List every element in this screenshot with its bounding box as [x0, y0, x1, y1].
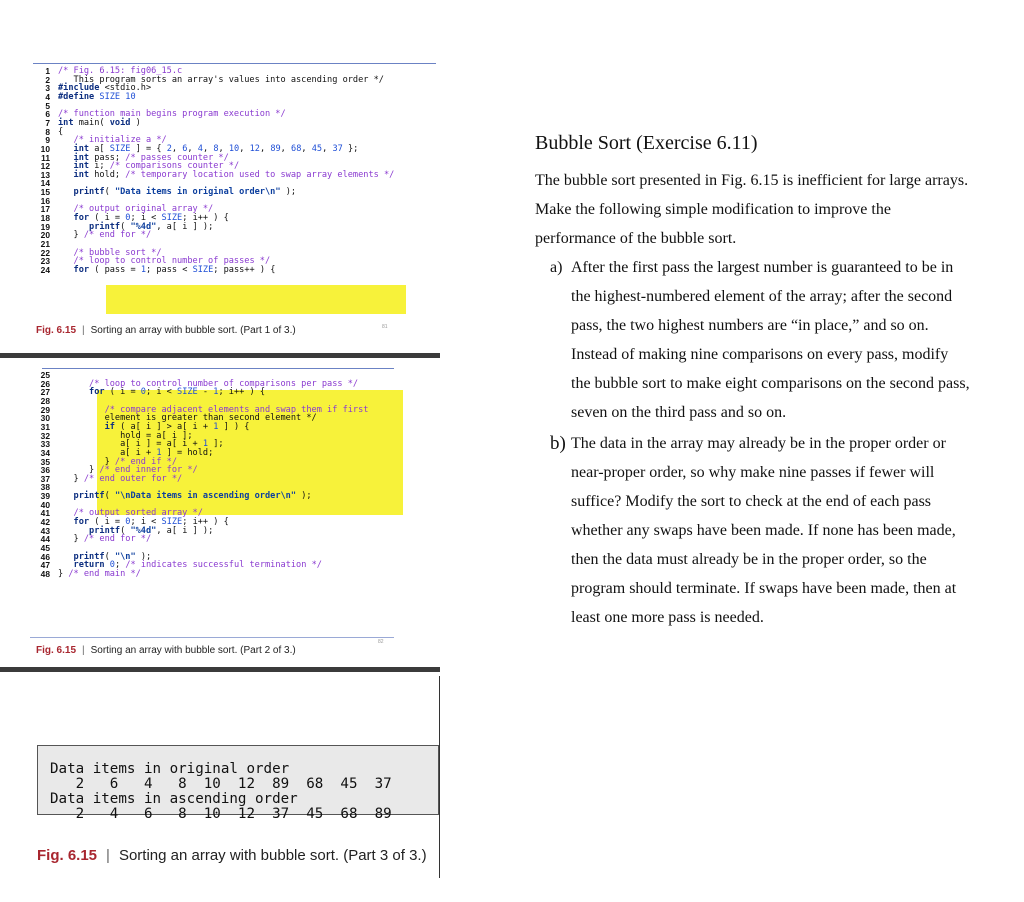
code-line: for ( pass = 1; pass < SIZE; pass++ ) {: [73, 264, 276, 275]
code-line: printf( "\nData items in ascending order…: [73, 491, 312, 502]
output-line: 2 6 4 8 10 12 89 68 45 37: [50, 776, 392, 792]
item-a-text: After the first pass the largest number …: [571, 253, 970, 427]
top-rule: [42, 368, 394, 369]
page-divider: [0, 353, 440, 358]
output-line: Data items in original order: [50, 761, 290, 777]
output-line: 2 4 6 8 10 12 37 45 68 89: [50, 806, 392, 822]
item-b-text: The data in the array may already be in …: [571, 429, 956, 632]
code-panel-part1: 1/* Fig. 6.15: fig06_15.c 2 This program …: [30, 44, 438, 350]
item-a-line: seven on the third pass and so on.: [571, 404, 787, 421]
output-panel-part3: Data items in original order 2 6 4 8 10 …: [30, 676, 440, 878]
code-line: for ( i = 0; i < SIZE - 1; i++ ) {: [89, 387, 266, 398]
item-b-line: program should terminate. If swaps have …: [571, 580, 957, 597]
panel-right-border: [439, 676, 440, 878]
exercise-intro: The bubble sort presented in Fig. 6.15 i…: [535, 166, 968, 253]
caption-figure-number: Fig. 6.15: [37, 847, 98, 864]
intro-line: Make the following simple modification t…: [535, 201, 891, 218]
caption-text: Sorting an array with bubble sort. (Part…: [118, 847, 427, 864]
page-number: 81: [382, 324, 388, 330]
code-line: } /* end for */: [58, 230, 152, 241]
figure-caption-part2: Fig. 6.15 | Sorting an array with bubble s…: [36, 645, 296, 656]
page-number: 82: [378, 639, 384, 645]
item-b-label: b): [550, 433, 566, 454]
item-a-line: the highest-numbered element of the arra…: [571, 288, 953, 305]
item-b-line: suffice? Modify the sort to check at the…: [571, 493, 932, 510]
caption-figure-number: Fig. 6.15: [36, 325, 77, 336]
item-b-line: least one more pass is needed.: [571, 609, 764, 626]
intro-line: performance of the bubble sort.: [535, 230, 737, 247]
item-a-line: the bubble sort to make eight comparison…: [571, 375, 970, 392]
page-divider: [0, 667, 440, 672]
top-rule: [33, 63, 436, 64]
item-a-line: After the first pass the largest number …: [571, 259, 954, 276]
code-line: printf( "Data items in original order\n"…: [73, 187, 297, 198]
item-a-label: a): [550, 259, 563, 276]
item-a-line: pass, the two highest numbers are “in pl…: [571, 317, 929, 334]
item-a-line: Instead of making nine comparisons on ev…: [571, 346, 949, 363]
line-number: 24: [40, 264, 50, 275]
item-b-line: whether any swaps have been made. If non…: [571, 522, 956, 539]
caption-text: Sorting an array with bubble sort. (Part…: [90, 645, 296, 656]
line-number: 48: [40, 568, 50, 579]
code-line: #define SIZE 10: [58, 91, 136, 102]
item-b-line: near-proper order, so why make nine pass…: [571, 464, 935, 481]
program-output-box: Data items in original order 2 6 4 8 10 …: [37, 745, 439, 822]
code-line: int main( void ): [58, 117, 141, 128]
figure-caption-part1: Fig. 6.15 | Sorting an array with bubble s…: [36, 325, 296, 336]
code-line: int hold; /* temporary location used to …: [73, 169, 395, 180]
caption-text: Sorting an array with bubble sort. (Part…: [90, 325, 296, 336]
figure-caption-part3: Fig. 6.15 | Sorting an array with bubble s…: [37, 847, 427, 864]
intro-line: The bubble sort presented in Fig. 6.15 i…: [535, 172, 969, 189]
item-b-line: then the data must already be in the pro…: [571, 551, 927, 568]
exercise-title: Bubble Sort (Exercise 6.11): [535, 132, 758, 154]
code-line: } /* end outer for */: [58, 473, 183, 484]
output-line: Data items in ascending order: [50, 791, 298, 807]
code-listing-part1: 1/* Fig. 6.15: fig06_15.c 2 This program …: [30, 67, 438, 319]
item-b-line: The data in the array may already be in …: [571, 435, 946, 452]
caption-rule: [30, 637, 394, 638]
caption-figure-number: Fig. 6.15: [36, 645, 77, 656]
code-line: } /* end for */: [58, 534, 152, 545]
code-panel-part2: 25 26 /* loop to control number of compar…: [30, 361, 438, 661]
code-listing-part2: 25 26 /* loop to control number of compar…: [30, 371, 438, 621]
code-line: } /* end main */: [58, 568, 141, 579]
